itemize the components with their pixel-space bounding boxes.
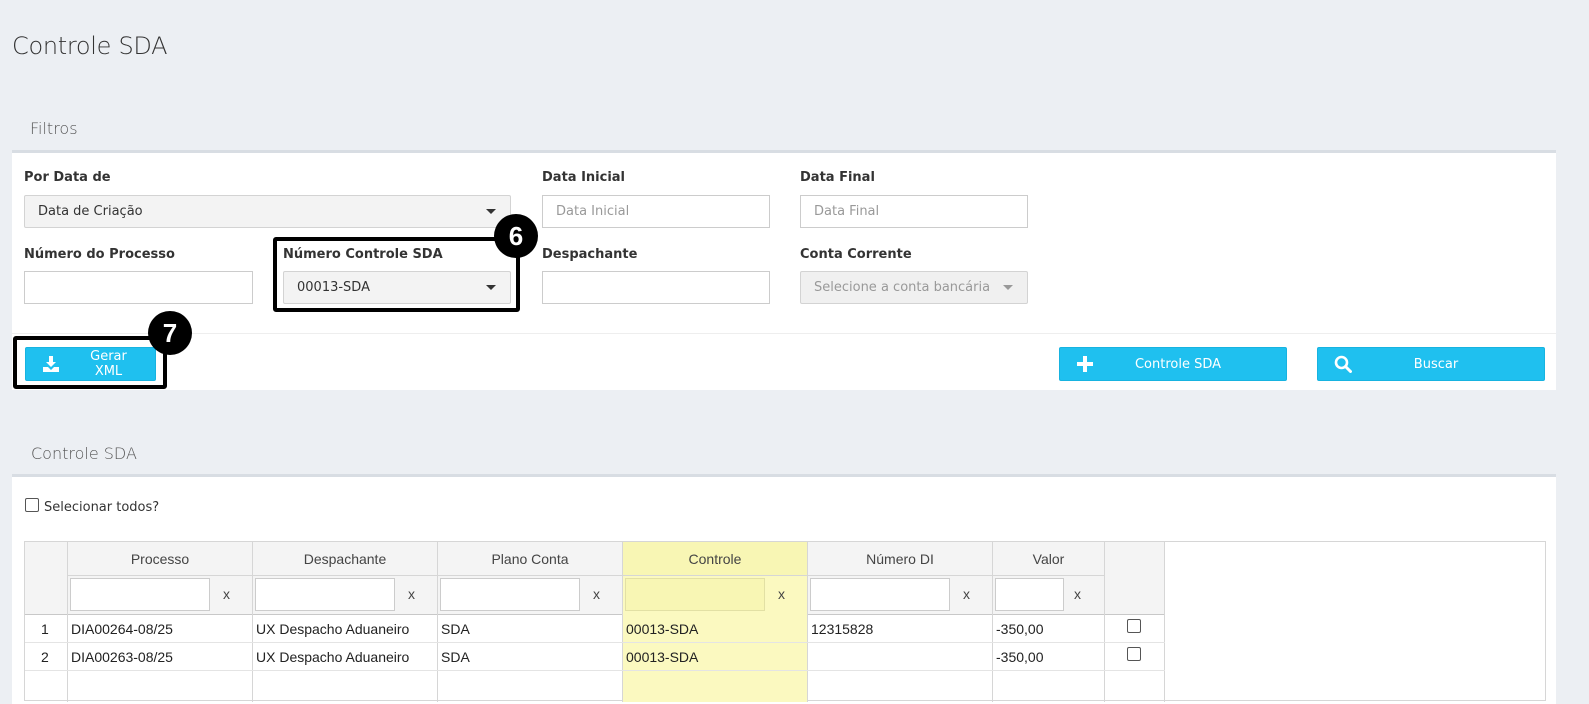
- data-inicial-label: Data Inicial: [542, 170, 626, 185]
- por-data-de-select[interactable]: Data de Criação: [24, 195, 511, 228]
- row-1-despachante[interactable]: UX Despacho Aduaneiro: [256, 621, 409, 637]
- controle-sda-button[interactable]: Controle SDA: [1059, 347, 1287, 381]
- row-2-controle[interactable]: 00013-SDA: [626, 649, 698, 665]
- header-controle[interactable]: Controle: [623, 542, 807, 576]
- despachante-input[interactable]: [542, 271, 770, 304]
- header-despachante[interactable]: Despachante: [253, 542, 437, 576]
- results-heading: Controle SDA: [31, 444, 137, 463]
- filter-numero-di-input[interactable]: [810, 578, 950, 611]
- clear-filter-despachante[interactable]: x: [408, 586, 415, 602]
- numero-processo-input[interactable]: [24, 271, 253, 304]
- step-7-highlight: [13, 336, 167, 389]
- row-1-number: 1: [41, 621, 49, 637]
- header-numero-di[interactable]: Número DI: [808, 542, 992, 576]
- clear-filter-controle[interactable]: x: [778, 586, 785, 602]
- clear-filter-numero-di[interactable]: x: [963, 586, 970, 602]
- buscar-button[interactable]: Buscar: [1317, 347, 1545, 381]
- filter-plano-conta-input[interactable]: [440, 578, 580, 611]
- filter-processo-input[interactable]: [70, 578, 210, 611]
- plus-icon: [1060, 356, 1110, 372]
- row-2-valor[interactable]: -350,00: [996, 649, 1043, 665]
- step-6-highlight: [273, 237, 520, 312]
- row-2-number: 2: [41, 649, 49, 665]
- controle-sda-label: Controle SDA: [1134, 356, 1222, 372]
- row-1-plano-conta[interactable]: SDA: [441, 621, 470, 637]
- por-data-de-label: Por Data de: [24, 170, 111, 185]
- clear-filter-valor[interactable]: x: [1074, 586, 1081, 602]
- header-valor[interactable]: Valor: [993, 542, 1104, 576]
- row-1-numero-di[interactable]: 12315828: [811, 621, 873, 637]
- conta-corrente-label: Conta Corrente: [800, 247, 912, 262]
- data-inicial-input[interactable]: Data Inicial: [542, 195, 770, 228]
- row-1-processo[interactable]: DIA00264-08/25: [71, 621, 173, 637]
- row-1-controle[interactable]: 00013-SDA: [626, 621, 698, 637]
- select-all-label: Selecionar todos?: [44, 500, 160, 515]
- buscar-label: Buscar: [1413, 356, 1459, 372]
- filters-heading: Filtros: [30, 119, 78, 138]
- data-final-label: Data Final: [800, 170, 875, 185]
- header-plano-conta[interactable]: Plano Conta: [438, 542, 622, 576]
- panel-divider: [12, 333, 1556, 334]
- filter-valor-input[interactable]: [995, 578, 1064, 611]
- row-2-checkbox[interactable]: [1127, 647, 1141, 661]
- despachante-label: Despachante: [542, 247, 638, 262]
- row-separator: [25, 642, 1165, 643]
- row-1-valor[interactable]: -350,00: [996, 621, 1043, 637]
- clear-filter-processo[interactable]: x: [223, 586, 230, 602]
- por-data-de-value: Data de Criação: [38, 204, 143, 219]
- filter-controle-input[interactable]: [625, 578, 765, 611]
- row-1-checkbox[interactable]: [1127, 619, 1141, 633]
- clear-filter-plano-conta[interactable]: x: [593, 586, 600, 602]
- conta-corrente-select[interactable]: Selecione a conta bancária: [800, 271, 1028, 304]
- results-grid: Processo x Despachante x Plano Conta x C…: [24, 541, 1546, 702]
- step-6-marker: 6: [494, 214, 538, 258]
- numero-processo-label: Número do Processo: [24, 247, 175, 262]
- conta-corrente-placeholder: Selecione a conta bancária: [814, 280, 991, 295]
- chevron-down-icon: [1003, 285, 1013, 290]
- page-title: Controle SDA: [12, 32, 168, 60]
- filter-despachante-input[interactable]: [255, 578, 395, 611]
- row-2-processo[interactable]: DIA00263-08/25: [71, 649, 173, 665]
- select-all-checkbox[interactable]: [25, 498, 39, 512]
- data-final-input[interactable]: Data Final: [800, 195, 1028, 228]
- row-2-plano-conta[interactable]: SDA: [441, 649, 470, 665]
- step-7-marker: 7: [148, 311, 192, 355]
- header-processo[interactable]: Processo: [68, 542, 252, 576]
- row-2-despachante[interactable]: UX Despacho Aduaneiro: [256, 649, 409, 665]
- filters-panel: Por Data de Data de Criação Data Inicial…: [12, 150, 1556, 390]
- chevron-down-icon: [486, 209, 496, 214]
- row-separator: [25, 670, 1165, 671]
- search-icon: [1318, 355, 1368, 373]
